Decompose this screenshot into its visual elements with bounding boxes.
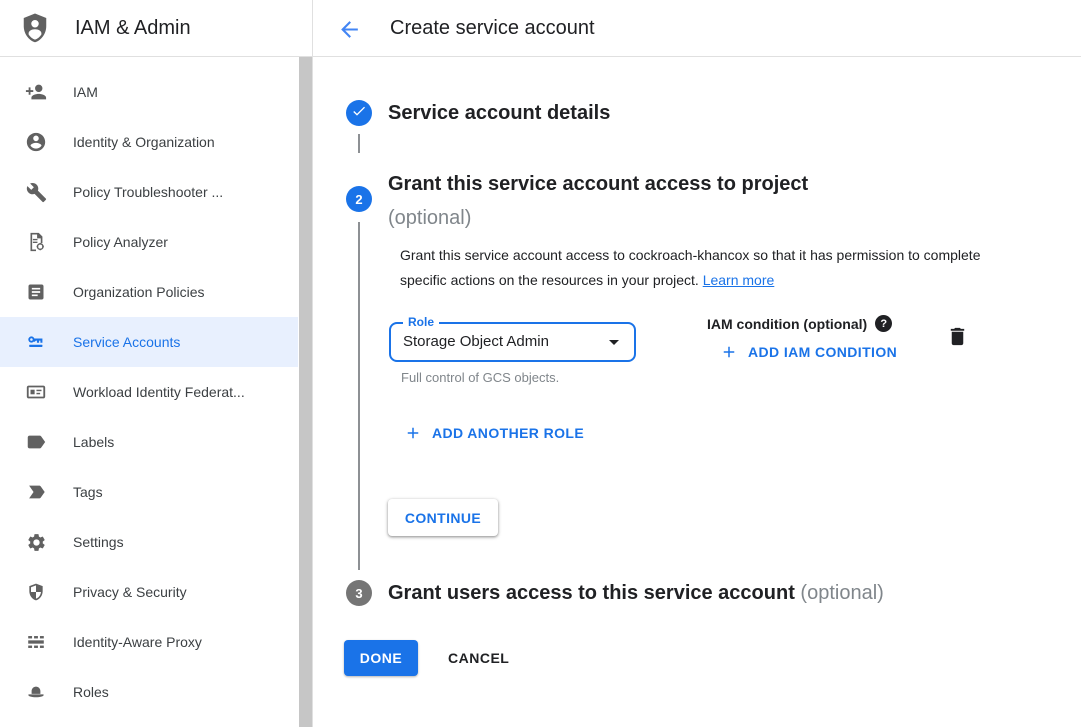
identity-icon: [24, 130, 48, 154]
sidebar-item-label: IAM: [73, 84, 98, 100]
sidebar-item-policy-analyzer[interactable]: Policy Analyzer: [0, 217, 298, 267]
roles-hat-icon: [24, 680, 48, 704]
sidebar-item-label: Policy Troubleshooter ...: [73, 184, 223, 200]
role-select-value: Storage Object Admin: [403, 324, 549, 360]
sidebar-item-workload-identity-federation[interactable]: Workload Identity Federat...: [0, 367, 298, 417]
step1-title: Service account details: [388, 100, 610, 126]
sidebar-item-iam[interactable]: IAM: [0, 67, 298, 117]
step2-title: Grant this service account access to pro…: [388, 167, 808, 235]
iam-condition-header: IAM condition (optional) ?: [707, 315, 892, 332]
proxy-icon: [24, 630, 48, 654]
step2-number: 2: [355, 192, 362, 207]
page-title: Create service account: [390, 0, 595, 57]
step1-complete-badge: [346, 100, 372, 126]
step2-title-text: Grant this service account access to pro…: [388, 167, 808, 201]
step3-number: 3: [355, 586, 362, 601]
sidebar-item-organization-policies[interactable]: Organization Policies: [0, 267, 298, 317]
sidebar-item-label: Policy Analyzer: [73, 234, 168, 250]
check-icon: [351, 103, 367, 124]
wrench-icon: [24, 180, 48, 204]
label-icon: [24, 430, 48, 454]
role-helper-text: Full control of GCS objects.: [401, 370, 559, 385]
sidebar-nav: IAM Identity & Organization Policy Troub…: [0, 57, 313, 727]
sidebar-item-label: Privacy & Security: [73, 584, 187, 600]
sidebar-item-label: Identity & Organization: [73, 134, 215, 150]
step2-badge: 2: [346, 186, 372, 212]
service-account-icon: [24, 330, 48, 354]
sidebar-item-identity-organization[interactable]: Identity & Organization: [0, 117, 298, 167]
add-iam-condition-button[interactable]: ADD IAM CONDITION: [720, 343, 897, 361]
delete-role-trash-icon[interactable]: [946, 325, 970, 349]
workload-identity-icon: [24, 380, 48, 404]
step-connector: [358, 134, 360, 153]
sidebar-item-tags[interactable]: Tags: [0, 467, 298, 517]
step3-optional-label: (optional): [800, 582, 883, 604]
policy-analyzer-icon: [24, 230, 48, 254]
sidebar-item-privacy-security[interactable]: Privacy & Security: [0, 567, 298, 617]
step-connector: [358, 222, 360, 570]
sidebar-item-label: Labels: [73, 434, 114, 450]
role-select[interactable]: Role Storage Object Admin: [389, 322, 636, 362]
step2-description: Grant this service account access to coc…: [400, 243, 1000, 293]
sidebar-item-settings[interactable]: Settings: [0, 517, 298, 567]
sidebar-item-label: Workload Identity Federat...: [73, 384, 245, 400]
sidebar-item-labels[interactable]: Labels: [0, 417, 298, 467]
iam-admin-shield-icon: [20, 12, 50, 45]
sidebar-item-label: Settings: [73, 534, 124, 550]
step3-badge: 3: [346, 580, 372, 606]
help-icon[interactable]: ?: [875, 315, 892, 332]
step2-description-text: Grant this service account access to coc…: [400, 247, 981, 288]
cancel-button[interactable]: CANCEL: [440, 640, 517, 676]
gear-icon: [24, 530, 48, 554]
learn-more-link[interactable]: Learn more: [703, 272, 775, 288]
step3-title-text: Grant users access to this service accou…: [388, 582, 795, 604]
step3-title: Grant users access to this service accou…: [388, 580, 884, 606]
chevron-down-icon: [602, 330, 626, 354]
continue-button[interactable]: CONTINUE: [388, 499, 498, 536]
sidebar-item-service-accounts[interactable]: Service Accounts: [0, 317, 298, 367]
plus-icon: [720, 343, 738, 361]
shield-icon: [24, 580, 48, 604]
add-another-role-button[interactable]: ADD ANOTHER ROLE: [404, 424, 584, 442]
sidebar-item-label: Identity-Aware Proxy: [73, 634, 202, 650]
sidebar-item-identity-aware-proxy[interactable]: Identity-Aware Proxy: [0, 617, 298, 667]
step2-optional-label: (optional): [388, 201, 808, 235]
plus-icon: [404, 424, 422, 442]
tag-icon: [24, 480, 48, 504]
sidebar-item-policy-troubleshooter[interactable]: Policy Troubleshooter ...: [0, 167, 298, 217]
iam-condition-label: IAM condition (optional): [707, 316, 867, 332]
sidebar-item-label: Organization Policies: [73, 284, 205, 300]
sidebar-item-label: Service Accounts: [73, 334, 180, 350]
org-policies-icon: [24, 280, 48, 304]
back-arrow-icon[interactable]: [335, 15, 363, 43]
sidebar-item-roles[interactable]: Roles: [0, 667, 298, 717]
add-another-role-label: ADD ANOTHER ROLE: [432, 425, 584, 441]
add-iam-condition-label: ADD IAM CONDITION: [748, 344, 897, 360]
person-add-icon: [24, 80, 48, 104]
sidebar-item-label: Roles: [73, 684, 109, 700]
sidebar-item-label: Tags: [73, 484, 103, 500]
product-title: IAM & Admin: [75, 0, 191, 57]
sidebar-scrollbar[interactable]: [299, 57, 312, 727]
done-button[interactable]: DONE: [344, 640, 418, 676]
